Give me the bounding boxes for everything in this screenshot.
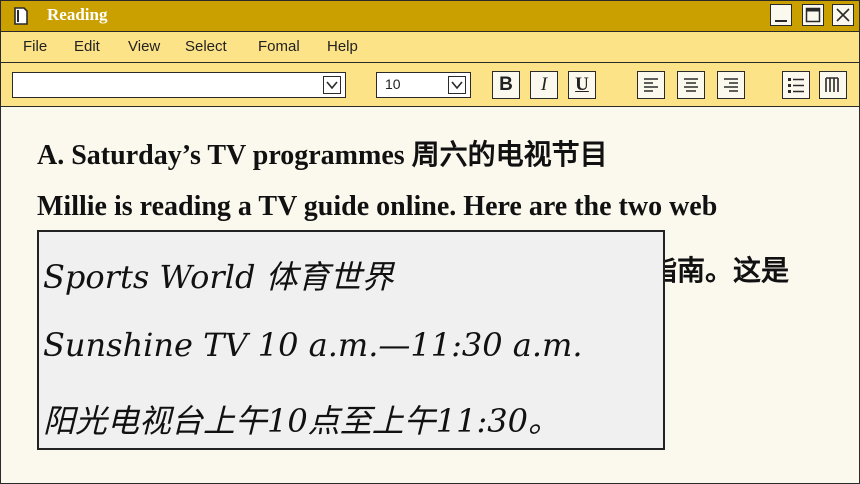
minimize-icon <box>775 20 787 22</box>
menu-file[interactable]: File <box>23 38 47 55</box>
align-center-button[interactable] <box>677 71 705 99</box>
align-right-button[interactable] <box>717 71 745 99</box>
menu-fomal[interactable]: Fomal <box>258 38 300 55</box>
bold-icon: B <box>499 74 513 95</box>
handwritten-note-overlay: Sports World 体育世界 Sunshine TV 10 a.m.—11… <box>37 230 665 450</box>
section-heading: A. Saturday’s TV programmes 周六的电视节目 <box>37 140 608 171</box>
menu-help[interactable]: Help <box>327 38 358 55</box>
maximize-button[interactable] <box>802 4 824 26</box>
font-size-select[interactable]: 10 <box>376 72 471 98</box>
document-icon <box>14 7 28 25</box>
menu-view[interactable]: View <box>128 38 160 55</box>
columns-button[interactable] <box>819 71 847 99</box>
chevron-down-icon <box>451 81 463 90</box>
menu-select[interactable]: Select <box>185 38 227 55</box>
close-button[interactable] <box>832 4 854 26</box>
menu-edit[interactable]: Edit <box>74 38 100 55</box>
minimize-button[interactable] <box>770 4 792 26</box>
underline-button[interactable]: U <box>568 71 596 99</box>
bold-button[interactable]: B <box>492 71 520 99</box>
reading-window: Reading File Edit View Select Fomal Help… <box>0 0 860 484</box>
columns-icon <box>825 77 839 92</box>
close-icon <box>836 8 850 22</box>
title-bar[interactable]: Reading <box>1 1 859 32</box>
font-name-select[interactable] <box>12 72 346 98</box>
bullet-list-icon <box>788 78 804 93</box>
font-size-value: 10 <box>385 76 401 92</box>
menu-bar: File Edit View Select Fomal Help <box>1 32 859 63</box>
paragraph-line: Millie is reading a TV guide online. Her… <box>37 191 718 222</box>
note-line-program: Sports World 体育世界 <box>43 258 394 296</box>
chevron-down-icon <box>326 81 338 90</box>
bullet-list-button[interactable] <box>782 71 810 99</box>
paragraph-line-partial: 指南。这是 <box>649 256 790 287</box>
window-title: Reading <box>47 5 108 24</box>
maximize-icon <box>805 7 821 23</box>
align-right-icon <box>724 78 738 92</box>
note-line-channel-time: Sunshine TV 10 a.m.—11:30 a.m. <box>43 326 583 364</box>
align-left-icon <box>644 78 658 92</box>
align-left-button[interactable] <box>637 71 665 99</box>
font-size-dropdown-arrow[interactable] <box>448 76 466 94</box>
align-center-icon <box>684 78 698 92</box>
font-name-dropdown-arrow[interactable] <box>323 76 341 94</box>
note-line-chinese-translation: 阳光电视台上午10点至上午11:30。 <box>43 402 560 440</box>
toolbar: 10 B I U <box>1 63 859 107</box>
italic-button[interactable]: I <box>530 71 558 99</box>
italic-icon: I <box>540 74 548 95</box>
underline-icon: U <box>575 74 589 95</box>
